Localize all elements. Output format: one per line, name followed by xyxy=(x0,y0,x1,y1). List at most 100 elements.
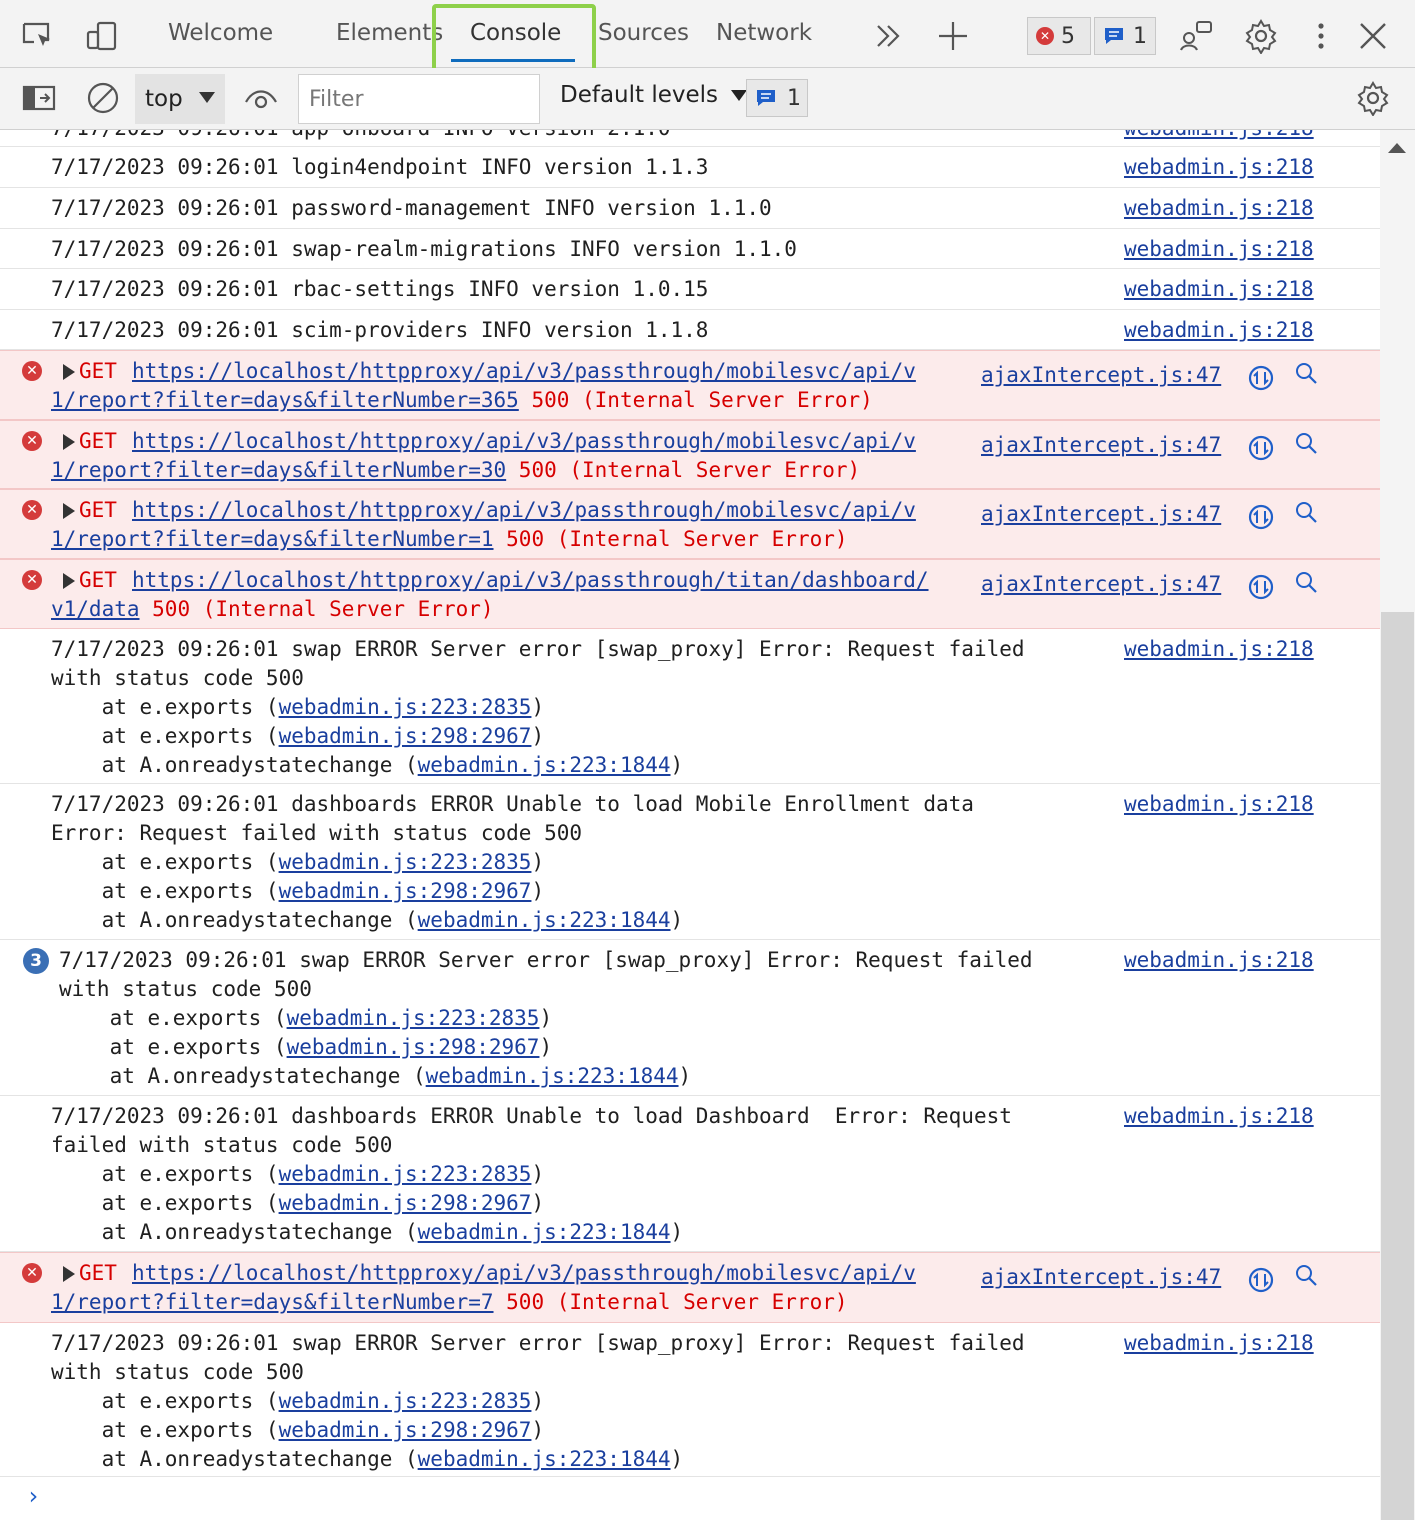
sidebar-icon[interactable] xyxy=(21,82,57,116)
request-url-cont[interactable]: 1/report?filter=days&filterNumber=7 xyxy=(51,1290,494,1314)
source-link[interactable]: ajaxIntercept.js:47 xyxy=(981,1265,1221,1289)
source-link[interactable]: ajaxIntercept.js:47 xyxy=(981,433,1221,457)
tab-sources[interactable]: Sources xyxy=(598,20,689,46)
request-url[interactable]: https://localhost/httpproxy/api/v3/passt… xyxy=(132,1261,916,1285)
more-tabs-icon[interactable] xyxy=(870,18,906,54)
request-method: GET xyxy=(79,568,117,592)
source-link[interactable]: webadmin.js:218 xyxy=(1124,130,1314,140)
source-link[interactable]: webadmin.js:218 xyxy=(1124,318,1314,342)
scrollbar-thumb[interactable] xyxy=(1381,612,1414,1520)
search-icon[interactable] xyxy=(1294,431,1318,455)
source-link[interactable]: webadmin.js:218 xyxy=(1124,637,1314,661)
source-link[interactable]: ajaxIntercept.js:47 xyxy=(981,572,1221,596)
stack-link[interactable]: webadmin.js:223:1844 xyxy=(418,908,671,932)
tab-network[interactable]: Network xyxy=(716,20,812,46)
source-link[interactable]: webadmin.js:218 xyxy=(1124,237,1314,261)
inspect-icon[interactable] xyxy=(20,18,56,54)
message-count: 1 xyxy=(1133,23,1147,49)
new-tab-icon[interactable] xyxy=(935,18,971,54)
stack-close: ) xyxy=(531,695,545,719)
console-row: 7/17/2023 09:26:01 password-management I… xyxy=(0,188,1380,229)
source-link[interactable]: ajaxIntercept.js:47 xyxy=(981,502,1221,526)
expand-triangle-icon[interactable] xyxy=(63,434,75,450)
expand-triangle-icon[interactable] xyxy=(63,503,75,519)
network-request-icon[interactable] xyxy=(1248,574,1274,600)
repeat-count-badge: 3 xyxy=(23,948,49,974)
issues-badge[interactable]: 1 xyxy=(746,79,808,117)
source-link[interactable]: ajaxIntercept.js:47 xyxy=(981,363,1221,387)
request-url[interactable]: https://localhost/httpproxy/api/v3/passt… xyxy=(132,359,916,383)
stack-close: ) xyxy=(539,1035,553,1059)
console-row: 7/17/2023 09:26:01 swap ERROR Server err… xyxy=(0,1323,1380,1477)
source-link[interactable]: webadmin.js:218 xyxy=(1124,277,1314,301)
network-request-icon[interactable] xyxy=(1248,365,1274,391)
stack-link[interactable]: webadmin.js:298:2967 xyxy=(279,1418,532,1442)
source-link[interactable]: webadmin.js:218 xyxy=(1124,948,1314,972)
stack-link[interactable]: webadmin.js:298:2967 xyxy=(279,724,532,748)
request-method: GET xyxy=(79,498,117,522)
source-link[interactable]: webadmin.js:218 xyxy=(1124,1104,1314,1128)
search-icon[interactable] xyxy=(1294,1263,1318,1287)
request-url-cont[interactable]: v1/data xyxy=(51,597,140,621)
stack-link[interactable]: webadmin.js:298:2967 xyxy=(279,1191,532,1215)
request-url-cont[interactable]: 1/report?filter=days&filterNumber=1 xyxy=(51,527,494,551)
search-icon[interactable] xyxy=(1294,361,1318,385)
console-toolbar: top Filter Default levels 1 xyxy=(0,68,1415,130)
request-url-cont[interactable]: 1/report?filter=days&filterNumber=365 xyxy=(51,388,519,412)
stack-link[interactable]: webadmin.js:223:1844 xyxy=(426,1064,679,1088)
message-count-badge[interactable]: 1 xyxy=(1094,17,1156,55)
stack-link[interactable]: webadmin.js:223:1844 xyxy=(418,753,671,777)
stack-link[interactable]: webadmin.js:223:2835 xyxy=(279,1162,532,1186)
request-url[interactable]: https://localhost/httpproxy/api/v3/passt… xyxy=(132,498,916,522)
stack-link[interactable]: webadmin.js:223:1844 xyxy=(418,1447,671,1471)
network-request-icon[interactable] xyxy=(1248,504,1274,530)
clear-icon[interactable] xyxy=(85,80,121,116)
request-url[interactable]: https://localhost/httpproxy/api/v3/passt… xyxy=(132,429,916,453)
source-link[interactable]: webadmin.js:218 xyxy=(1124,1331,1314,1355)
more-icon[interactable] xyxy=(1303,18,1339,54)
stack-link[interactable]: webadmin.js:223:2835 xyxy=(279,695,532,719)
expand-triangle-icon[interactable] xyxy=(63,364,75,380)
network-request-icon[interactable] xyxy=(1248,435,1274,461)
log-text: with status code 500 xyxy=(59,977,312,1001)
expand-triangle-icon[interactable] xyxy=(63,1266,75,1282)
settings-icon[interactable] xyxy=(1243,18,1279,54)
issues-count: 1 xyxy=(787,85,801,111)
expand-triangle-icon[interactable] xyxy=(63,573,75,589)
console-prompt[interactable]: › xyxy=(26,1482,40,1510)
network-error-row: ✕ GET https://localhost/httpproxy/api/v3… xyxy=(0,420,1380,489)
log-levels-dropdown[interactable]: Default levels xyxy=(560,82,748,108)
request-url[interactable]: https://localhost/httpproxy/api/v3/passt… xyxy=(132,568,929,592)
source-link[interactable]: webadmin.js:218 xyxy=(1124,792,1314,816)
status-text: 500 (Internal Server Error) xyxy=(139,597,494,621)
request-method: GET xyxy=(79,359,117,383)
search-icon[interactable] xyxy=(1294,570,1318,594)
close-icon[interactable] xyxy=(1355,18,1391,54)
stack-close: ) xyxy=(539,1006,553,1030)
network-request-icon[interactable] xyxy=(1248,1267,1274,1293)
tab-welcome[interactable]: Welcome xyxy=(168,20,273,46)
stack-link[interactable]: webadmin.js:223:1844 xyxy=(418,1220,671,1244)
eye-icon[interactable] xyxy=(243,82,279,116)
source-link[interactable]: webadmin.js:218 xyxy=(1124,196,1314,220)
context-selector[interactable]: top xyxy=(135,74,225,124)
customize-icon[interactable] xyxy=(1178,18,1214,54)
tab-elements[interactable]: Elements xyxy=(336,20,443,46)
search-icon[interactable] xyxy=(1294,500,1318,524)
error-icon: ✕ xyxy=(1036,27,1054,45)
filter-input[interactable]: Filter xyxy=(298,74,540,124)
request-url-cont[interactable]: 1/report?filter=days&filterNumber=30 xyxy=(51,458,506,482)
error-count-badge[interactable]: ✕ 5 xyxy=(1027,17,1091,55)
source-link[interactable]: webadmin.js:218 xyxy=(1124,155,1314,179)
stack-link[interactable]: webadmin.js:298:2967 xyxy=(279,879,532,903)
stack-link[interactable]: webadmin.js:223:2835 xyxy=(279,850,532,874)
status-text: 500 (Internal Server Error) xyxy=(493,527,848,551)
scroll-up-icon[interactable] xyxy=(1388,142,1406,154)
console-settings-icon[interactable] xyxy=(1355,80,1391,116)
log-text: 7/17/2023 09:26:01 password-management I… xyxy=(51,196,772,220)
device-icon[interactable] xyxy=(84,18,120,54)
error-icon: ✕ xyxy=(22,500,42,520)
stack-link[interactable]: webadmin.js:298:2967 xyxy=(287,1035,540,1059)
stack-link[interactable]: webadmin.js:223:2835 xyxy=(279,1389,532,1413)
stack-link[interactable]: webadmin.js:223:2835 xyxy=(287,1006,540,1030)
